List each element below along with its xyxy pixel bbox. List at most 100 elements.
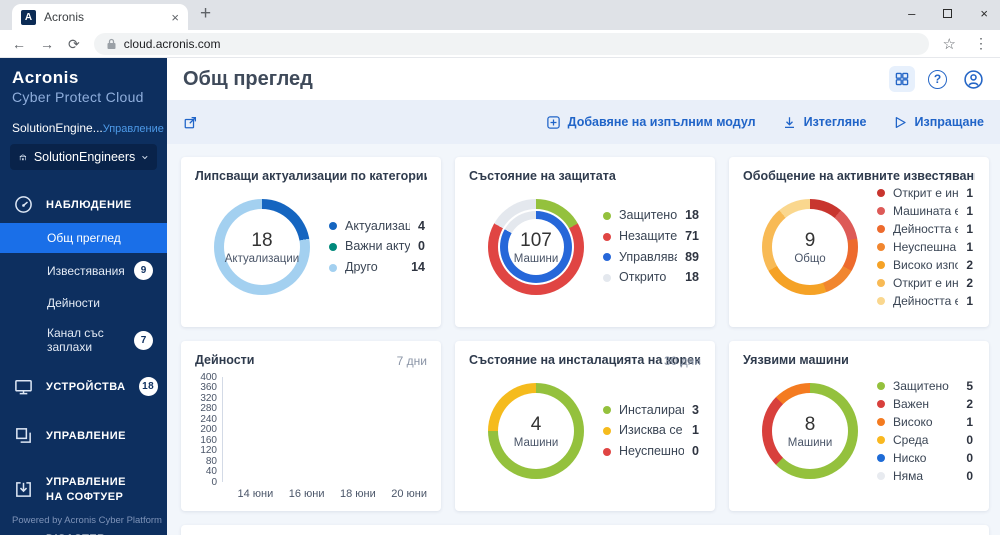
tenant-selector[interactable]: SolutionEngineers (10, 144, 157, 170)
reload-icon[interactable]: ⟳ (68, 37, 80, 51)
legend-label: Изисква се рестартир... (619, 423, 684, 439)
legend-label: Открит е инцидент (893, 186, 958, 201)
threat-feed-count-badge: 7 (134, 331, 153, 350)
legend-value: 1 (966, 240, 973, 255)
donut-center-label: Машини (514, 253, 559, 265)
sidebar-item-devices[interactable]: УСТРОЙСТВА 18 (0, 368, 167, 405)
donut-chart-missing-updates: 18 Актуализации (214, 199, 310, 295)
maximize-button[interactable] (943, 9, 952, 18)
card-title: Липсващи актуализации по категории (195, 169, 427, 183)
legend-label: Няма (893, 469, 958, 484)
bookmark-star-icon[interactable]: ☆ (943, 35, 956, 53)
legend-label: Актуализации на за... (345, 219, 410, 235)
legend-dot (877, 207, 885, 215)
legend-label: Дейността е неуспеш... (893, 222, 958, 237)
bar (376, 377, 402, 482)
legend-value: 18 (685, 270, 699, 286)
legend-dot (603, 406, 611, 414)
sidebar-item-label: Дейности (47, 296, 100, 310)
page-title: Общ преглед (183, 68, 313, 91)
donut-center-label: Машини (514, 437, 559, 449)
acronis-favicon: A (21, 10, 36, 25)
legend-dot (877, 261, 885, 269)
legend-item: Среда0 (877, 433, 973, 448)
send-label: Изпращане (915, 115, 985, 129)
legend-value: 0 (418, 239, 425, 255)
card-missing-updates: Липсващи актуализации по категории 18 Ак… (181, 157, 441, 327)
add-widget-button[interactable]: Добавяне на изпълним модул (546, 115, 756, 130)
tab-close-icon[interactable]: × (171, 10, 179, 25)
apps-grid-icon[interactable] (889, 66, 915, 92)
sidebar-item-label: Известявания (47, 264, 125, 278)
legend-value: 1 (692, 423, 699, 439)
lock-icon (106, 38, 117, 50)
sidebar-item-overview[interactable]: Общ преглед (0, 223, 167, 253)
chart-legend: Актуализации на за...4Важни актуализации… (329, 219, 427, 276)
legend-label: Неуспешна проверка (893, 240, 958, 255)
sidebar-item-threat-feed[interactable]: Канал със заплахи 7 (0, 318, 167, 362)
powered-by-label: Powered by Acronis Cyber Platform (12, 515, 162, 526)
manage-link[interactable]: Управление (103, 123, 164, 135)
chart-legend: Защитено5Важен2Високо1Среда0Ниско0Няма0 (877, 379, 975, 484)
donut-center-value: 9 (805, 230, 816, 252)
sidebar-item-label: УПРАВЛЕНИЕ НА СОФТУЕР (46, 475, 138, 505)
download-button[interactable]: Изтегляне (782, 115, 867, 130)
legend-item: Ниско0 (877, 451, 973, 466)
alerts-count-badge: 9 (134, 261, 153, 280)
sidebar: Acronis Cyber Protect Cloud SolutionEngi… (0, 58, 167, 535)
legend-dot (603, 427, 611, 435)
send-button[interactable]: Изпращане (893, 115, 985, 130)
browser-tab[interactable]: A Acronis × (12, 4, 188, 30)
bar (325, 377, 351, 482)
y-axis: 40036032028024020016012080400 (195, 377, 222, 482)
legend-label: Открито (619, 270, 677, 286)
legend-item: Незащитено71 (603, 229, 699, 245)
legend-label: Важен (893, 397, 958, 412)
legend-value: 1 (966, 222, 973, 237)
minimize-button[interactable]: – (908, 6, 915, 21)
sidebar-item-software-management[interactable]: УПРАВЛЕНИЕ НА СОФТУЕР (0, 466, 167, 514)
legend-value: 18 (685, 208, 699, 224)
legend-label: Важни актуализации (345, 239, 410, 255)
legend-dot (877, 382, 885, 390)
donut-chart-active-alerts: 9 Общо (762, 199, 858, 295)
plot-area (222, 377, 427, 482)
address-bar[interactable]: cloud.acronis.com (94, 33, 929, 55)
chevron-down-icon (142, 154, 148, 161)
legend-value: 71 (685, 229, 699, 245)
card-activities: Дейности 7 дни 4003603202802402001601208… (181, 341, 441, 511)
sidebar-item-activities[interactable]: Дейности (0, 288, 167, 318)
donut-center-value: 107 (520, 230, 552, 252)
legend-item: Машината е офлайн ...1 (877, 204, 973, 219)
forward-icon[interactable]: → (40, 37, 54, 51)
legend-value: 89 (685, 250, 699, 266)
open-in-new-window-button[interactable] (183, 115, 198, 130)
new-tab-button[interactable]: + (200, 3, 211, 25)
legend-label: Инсталирано (619, 403, 684, 419)
donut-chart-vulnerable-machines: 8 Машини (762, 383, 858, 479)
sidebar-item-monitoring[interactable]: НАБЛЮДЕНИЕ (0, 186, 167, 223)
card-title: Състояние на защитата (469, 169, 701, 183)
legend-label: Високо (893, 415, 958, 430)
legend-dot (877, 436, 885, 444)
legend-item: Неуспешно0 (603, 444, 699, 460)
browser-menu-icon[interactable]: ⋮ (974, 35, 988, 52)
legend-item: Изисква се рестартир... 1 (603, 423, 699, 439)
bar (249, 377, 275, 482)
legend-value: 3 (692, 403, 699, 419)
close-button[interactable]: × (980, 6, 988, 21)
account-icon[interactable] (960, 66, 986, 92)
help-icon[interactable]: ? (928, 70, 947, 89)
donut-chart-protection-status: 107 Машини (488, 199, 584, 295)
back-icon[interactable]: ← (12, 37, 26, 51)
sidebar-item-label: Канал със заплахи (47, 326, 134, 354)
sidebar-item-alerts[interactable]: Известявания 9 (0, 253, 167, 288)
x-axis-label (325, 488, 340, 500)
legend-label: Защитено (893, 379, 958, 394)
bar-chart-activities: 40036032028024020016012080400 14 юни16 ю… (195, 377, 427, 500)
legend-item: Дейността е успешна...1 (877, 294, 973, 309)
card-active-alerts: Обобщение на активните известявания 9 Об… (729, 157, 989, 327)
chart-legend: Инсталирано 3 Изисква се рестартир... 1 Неус… (603, 403, 701, 460)
sidebar-item-management[interactable]: УПРАВЛЕНИЕ (0, 417, 167, 454)
legend-dot (603, 212, 611, 220)
